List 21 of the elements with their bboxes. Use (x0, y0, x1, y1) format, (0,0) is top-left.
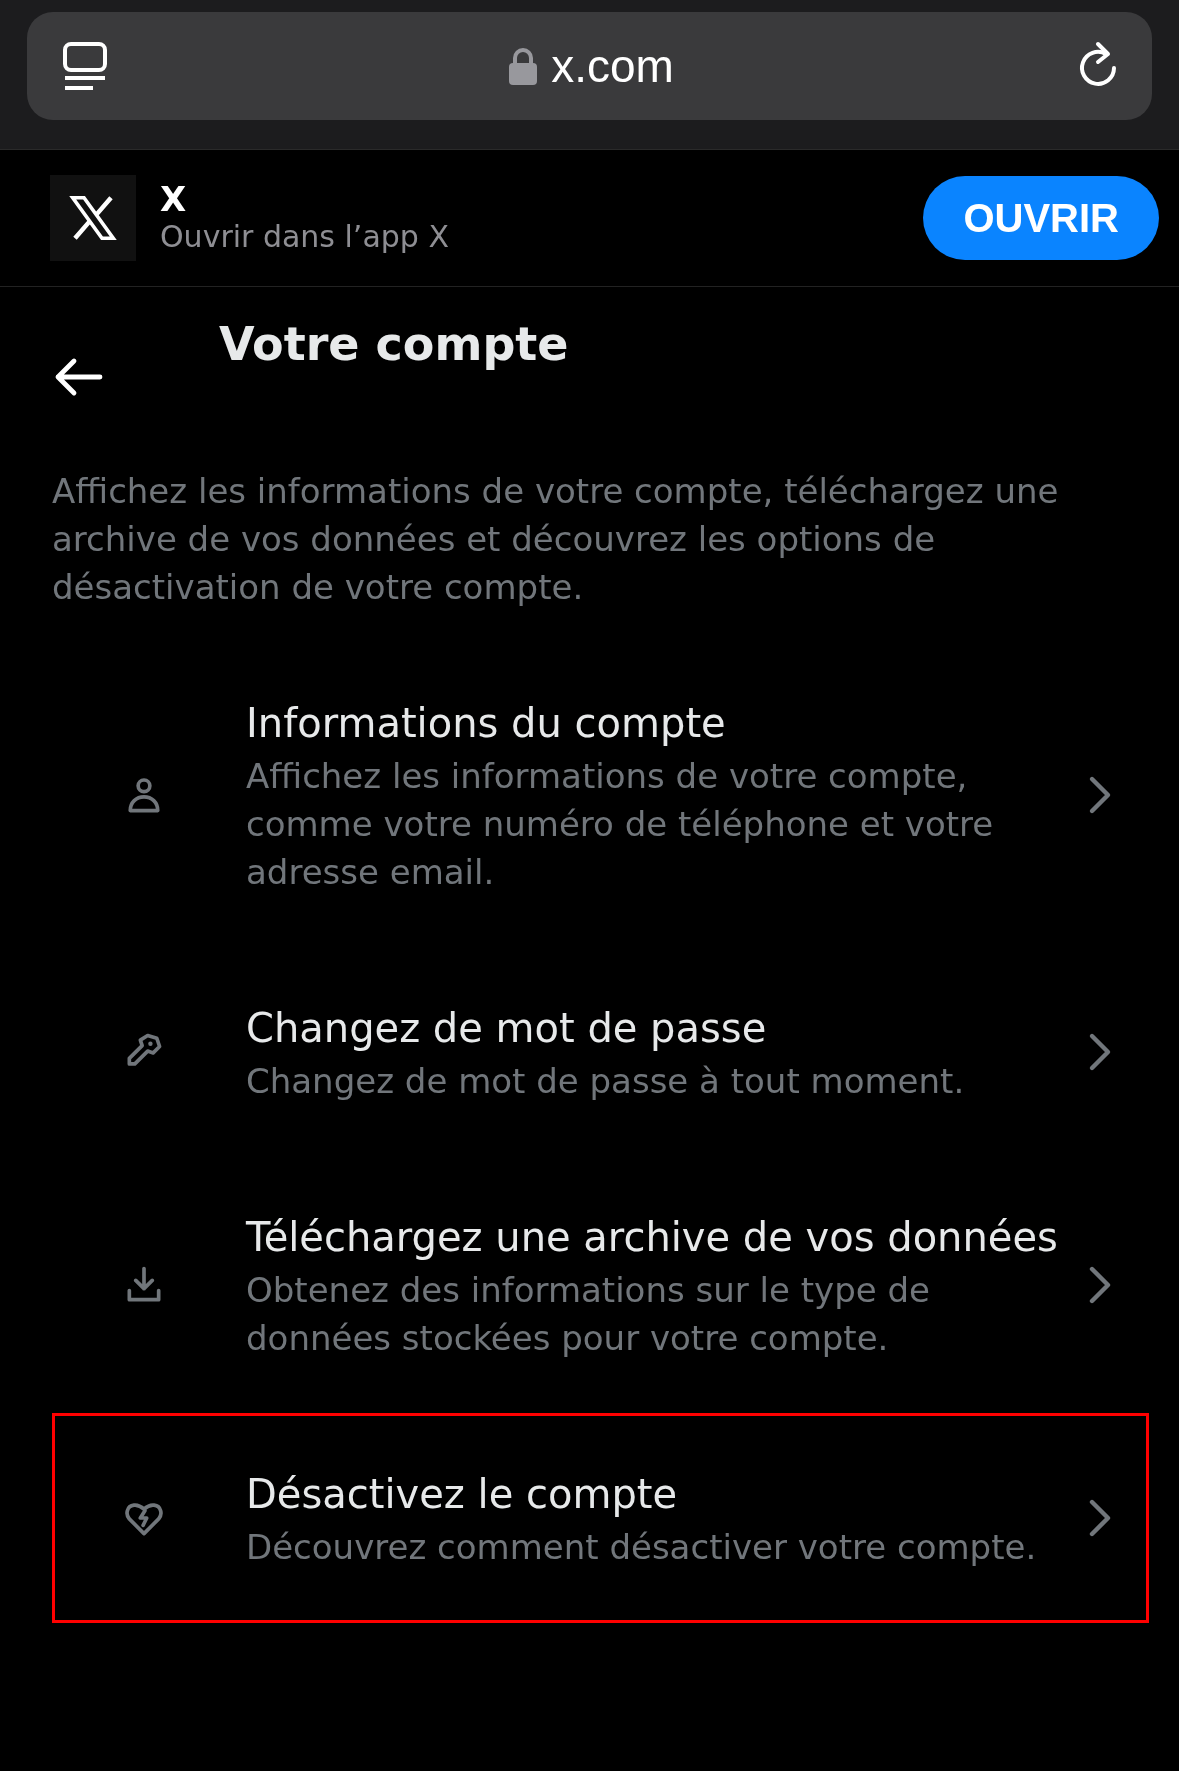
item-title: Téléchargez une archive de vos données (246, 1213, 1059, 1262)
item-title: Changez de mot de passe (246, 1004, 768, 1053)
app-subtitle: Ouvrir dans l’app X (160, 218, 450, 256)
item-description: Affichez les informations de votre compte, comme votre numéro de téléphone et votre adresse email. (246, 755, 995, 894)
tabs-icon[interactable] (61, 40, 109, 92)
settings-item[interactable]: Téléchargez une archive de vos données Obtenez des informations sur le type de données stockées pour votre compte. (52, 1177, 1149, 1393)
settings-item[interactable]: Désactivez le compte Découvrez comment désactiver votre compte. (52, 1413, 1149, 1623)
open-button[interactable]: OUVRIR (923, 176, 1159, 260)
page-description: Affichez les informations de votre compte, téléchargez une archive de vos données et découvrez les options de désactivation de votre compte. (52, 470, 1060, 609)
url-text: x.com (551, 39, 674, 93)
address-bar[interactable]: x.com (27, 12, 1152, 120)
settings-item[interactable]: Informations du compte Affichez les informations de votre compte, comme votre numéro de téléphone et votre adresse email. (52, 663, 1149, 927)
lock-icon (509, 47, 538, 85)
app-name: X (160, 180, 188, 218)
item-description: Changez de mot de passe à tout moment. (246, 1060, 966, 1103)
item-description: Obtenez des informations sur le type de données stockées pour votre compte. (246, 1269, 931, 1360)
settings-item[interactable]: Changez de mot de passe Changez de mot de passe à tout moment. (52, 947, 1149, 1157)
page-title: Votre compte (219, 317, 569, 371)
item-description: Découvrez comment désactiver votre compte. (246, 1526, 1038, 1569)
item-title: Informations du compte (246, 699, 727, 748)
item-title: Désactivez le compte (246, 1470, 679, 1519)
